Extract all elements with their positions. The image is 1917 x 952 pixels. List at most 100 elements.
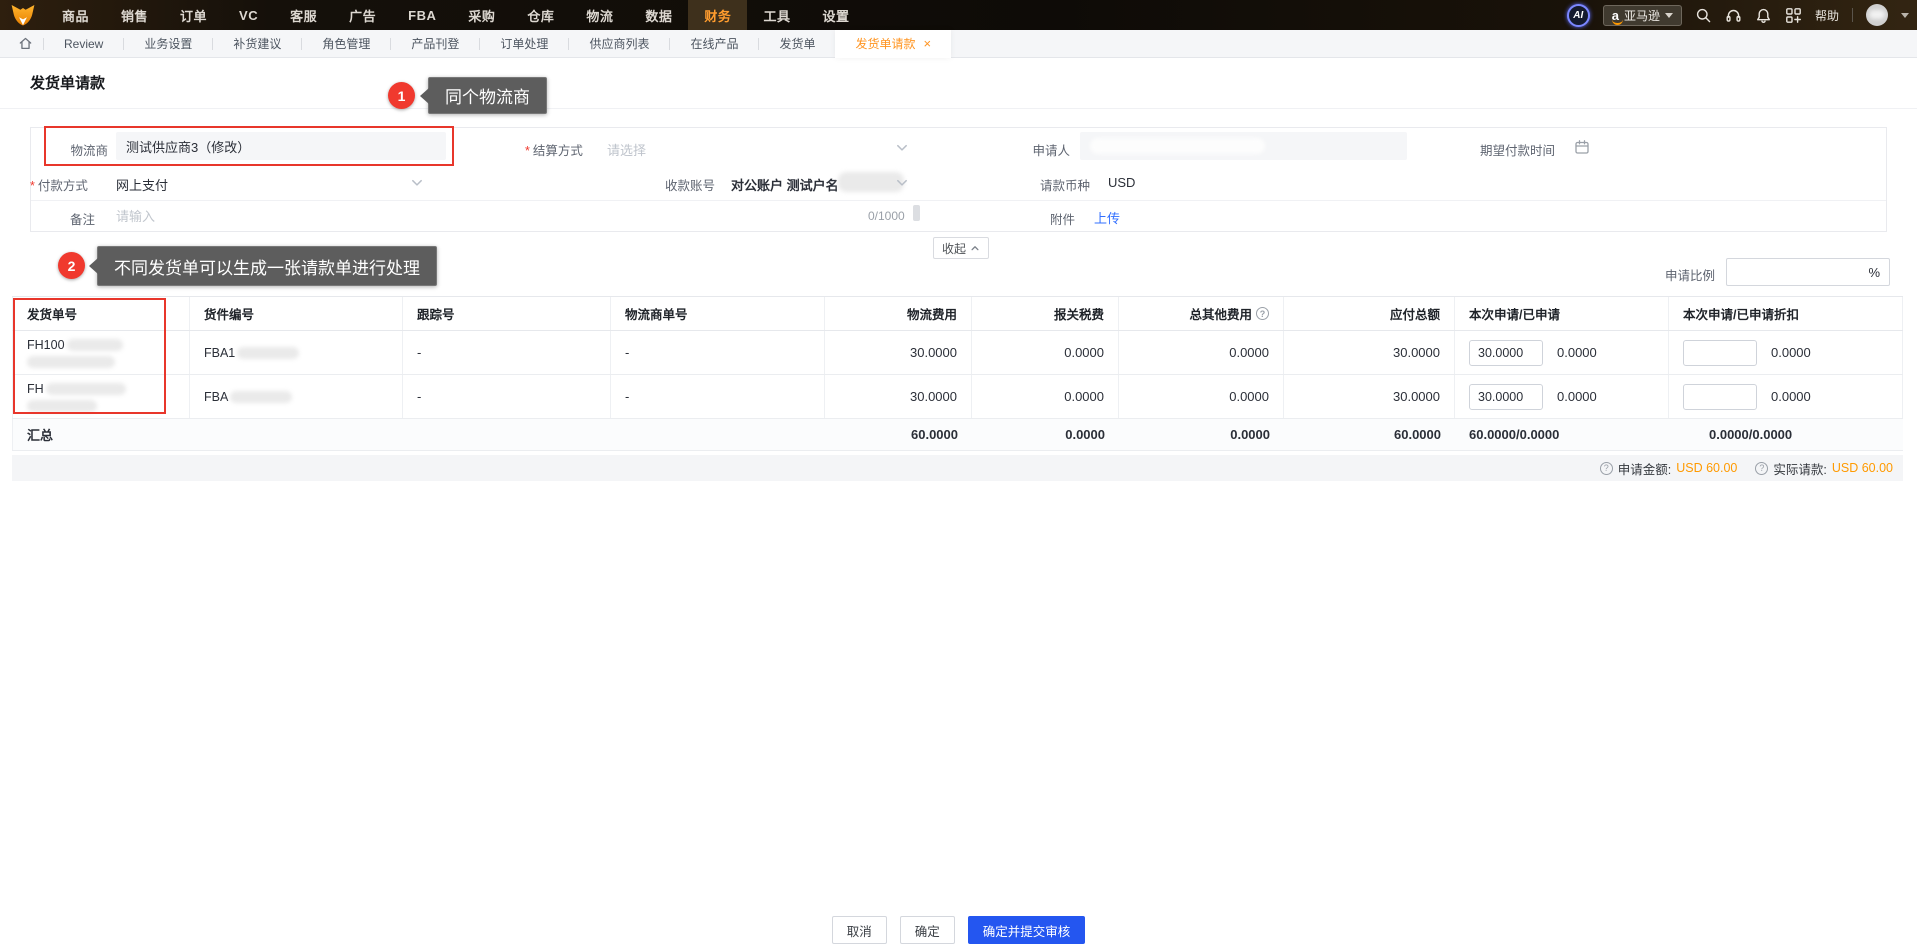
- th-total-other-cost: 总其他费用 ?: [1119, 297, 1284, 330]
- top-navbar: 商品 销售 订单 VC 客服 广告 FBA 采购 仓库 物流 数据 财务 工具 …: [0, 0, 1917, 30]
- navbar-right-cluster: AI a 亚马逊 帮助: [1566, 0, 1909, 30]
- upload-link[interactable]: 上传: [1094, 208, 1120, 227]
- tab-shipment-orders[interactable]: 发货单: [759, 35, 835, 52]
- chevron-down-icon[interactable]: [895, 141, 909, 155]
- marketplace-label: 亚马逊: [1623, 8, 1660, 23]
- ai-assistant-button[interactable]: AI: [1566, 3, 1590, 27]
- nav-item-settings[interactable]: 设置: [806, 0, 865, 30]
- actual-request-total: ? 实际请款: USD 60.00: [1755, 459, 1893, 478]
- redacted-text: [45, 382, 126, 395]
- discount-input[interactable]: [1683, 383, 1757, 410]
- cell-total-payable: 30.0000: [1284, 331, 1455, 374]
- th-shipment-order-no: 发货单号: [12, 297, 190, 330]
- th-shipment-id: 货件编号: [190, 297, 403, 330]
- title-divider: [0, 108, 1917, 109]
- confirm-button[interactable]: 确定: [899, 916, 955, 944]
- cell-tracking-no: -: [403, 331, 611, 374]
- nav-item-purchasing[interactable]: 采购: [452, 0, 511, 30]
- bell-icon[interactable]: [1755, 7, 1772, 24]
- cell-total-other-cost: 0.0000: [1119, 375, 1284, 418]
- user-avatar[interactable]: [1866, 4, 1888, 26]
- cell-total-other-cost: 0.0000: [1119, 331, 1284, 374]
- discount-input[interactable]: [1683, 339, 1757, 366]
- collapse-button[interactable]: 收起: [933, 237, 990, 259]
- table-header-row: 发货单号 货件编号 跟踪号 物流商单号 物流费用 报关税费 总其他费用 ? 应付…: [12, 296, 1903, 331]
- tab-order-processing[interactable]: 订单处理: [480, 35, 568, 52]
- cell-tracking-no: -: [403, 375, 611, 418]
- applied-amount: 0.0000: [1557, 345, 1597, 360]
- brand-logo[interactable]: [0, 3, 46, 27]
- nav-item-sales[interactable]: 销售: [105, 0, 164, 30]
- nav-item-products[interactable]: 商品: [46, 0, 105, 30]
- nav-item-vc[interactable]: VC: [223, 0, 274, 30]
- tab-replenishment-advice[interactable]: 补货建议: [213, 35, 301, 52]
- help-icon[interactable]: ?: [1599, 461, 1613, 475]
- summary-apply-discount: 0.0000/0.0000: [1709, 427, 1793, 442]
- tab-business-settings[interactable]: 业务设置: [124, 35, 212, 52]
- cell-customs-tax: 0.0000: [972, 375, 1119, 418]
- calendar-icon[interactable]: [1574, 139, 1590, 155]
- redacted-applicant: [1090, 138, 1265, 154]
- chevron-down-icon[interactable]: [410, 176, 424, 190]
- nav-item-customer-service[interactable]: 客服: [274, 0, 333, 30]
- logistics-provider-field[interactable]: 测试供应商3（修改）: [116, 132, 446, 160]
- payment-method-label-text: 付款方式: [37, 179, 88, 193]
- settlement-method-select[interactable]: 请选择: [607, 140, 646, 159]
- submit-review-button[interactable]: 确定并提交审核: [967, 916, 1086, 944]
- summary-payable: 60.0000: [1394, 427, 1441, 442]
- th-apply-applied: 本次申请/已申请: [1455, 297, 1669, 330]
- receiving-account-label: 收款账号: [664, 179, 715, 193]
- logistics-provider-label: 物流商: [70, 144, 108, 158]
- marketplace-switcher[interactable]: a 亚马逊: [1602, 4, 1682, 26]
- apply-amount-input[interactable]: [1469, 383, 1543, 410]
- close-tab-icon[interactable]: ×: [924, 37, 932, 50]
- nav-item-orders[interactable]: 订单: [164, 0, 223, 30]
- nav-item-warehouse[interactable]: 仓库: [511, 0, 570, 30]
- tab-review[interactable]: Review: [44, 37, 123, 51]
- redacted-text: [27, 399, 97, 412]
- help-icon[interactable]: ?: [1256, 307, 1269, 320]
- payment-method-label: * 付款方式: [30, 175, 88, 194]
- actual-request-value: USD 60.00: [1831, 461, 1893, 475]
- textarea-resize-handle[interactable]: [913, 205, 920, 221]
- nav-item-tools[interactable]: 工具: [747, 0, 806, 30]
- chevron-down-icon[interactable]: [895, 176, 909, 190]
- tab-product-listing[interactable]: 产品刊登: [391, 35, 479, 52]
- help-icon[interactable]: ?: [1755, 461, 1769, 475]
- nav-item-advertising[interactable]: 广告: [333, 0, 392, 30]
- request-currency-label: 请款币种: [1040, 179, 1091, 193]
- settlement-method-label: * 结算方式: [525, 140, 583, 159]
- search-icon[interactable]: [1695, 7, 1712, 24]
- apply-amount-input[interactable]: [1469, 339, 1543, 366]
- summary-empty: [190, 419, 403, 450]
- settlement-method-label-text: 结算方式: [532, 144, 583, 158]
- tab-online-products[interactable]: 在线产品: [670, 35, 758, 52]
- nav-item-finance[interactable]: 财务: [688, 0, 748, 30]
- home-icon[interactable]: [18, 36, 33, 51]
- cell-shipment-order-no: FH100: [12, 331, 190, 374]
- nav-item-logistics[interactable]: 物流: [570, 0, 629, 30]
- apps-grid-icon[interactable]: [1785, 7, 1802, 24]
- redacted-text: [66, 338, 123, 351]
- th-total-payable: 应付总额: [1284, 297, 1455, 330]
- remark-input[interactable]: [116, 203, 861, 229]
- receiving-account-select[interactable]: 对公账户 测试户名: [731, 175, 839, 194]
- apply-ratio-input[interactable]: [1735, 259, 1860, 285]
- help-link[interactable]: 帮助: [1815, 7, 1839, 24]
- headset-icon[interactable]: [1725, 7, 1742, 24]
- tab-supplier-list[interactable]: 供应商列表: [569, 35, 669, 52]
- user-menu-caret-icon[interactable]: [1901, 12, 1909, 18]
- tab-shipment-payment-request[interactable]: 发货单请款 ×: [835, 29, 952, 58]
- summary-other-cost: 0.0000: [1230, 427, 1270, 442]
- summary-empty: [611, 419, 825, 450]
- cell-freight-cost: 30.0000: [825, 331, 972, 374]
- applicant-field: [1080, 132, 1407, 160]
- cell-customs-tax: 0.0000: [972, 331, 1119, 374]
- cancel-button[interactable]: 取消: [831, 916, 887, 944]
- nav-item-fba[interactable]: FBA: [392, 0, 452, 30]
- tab-role-management[interactable]: 角色管理: [302, 35, 390, 52]
- payment-method-select[interactable]: 网上支付: [116, 175, 168, 194]
- apply-ratio-label: 申请比例: [1665, 269, 1716, 283]
- redacted-text: [27, 355, 115, 368]
- nav-item-data[interactable]: 数据: [629, 0, 688, 30]
